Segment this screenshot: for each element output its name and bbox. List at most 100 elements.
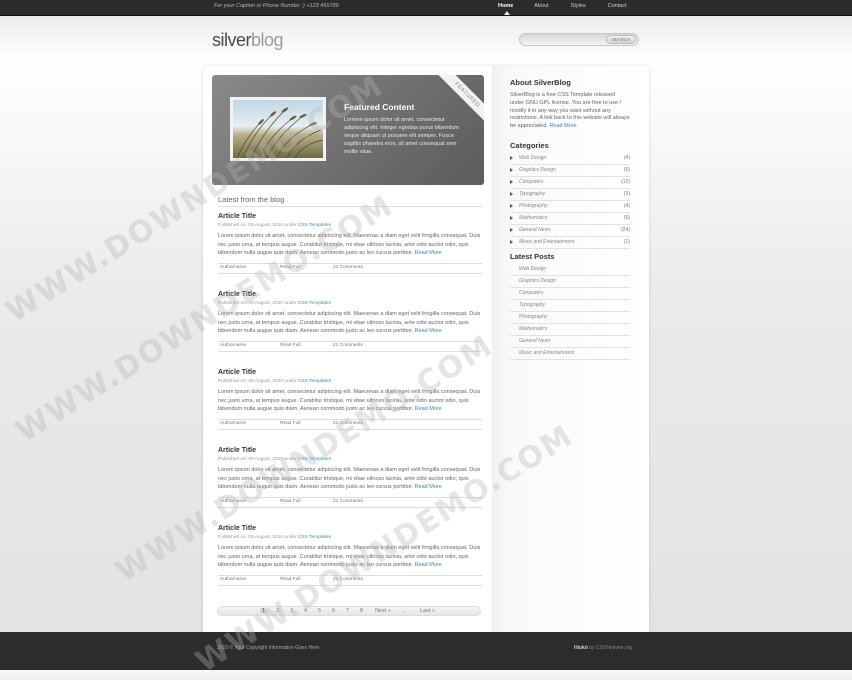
- category-item[interactable]: Typography (3): [510, 189, 630, 201]
- article-meta-text: Published on: 08 August, 2010 under: [218, 535, 297, 540]
- featured-image-frame[interactable]: [230, 97, 326, 161]
- read-more-link[interactable]: Read More: [415, 250, 442, 256]
- read-full-link[interactable]: Read Full: [280, 421, 301, 426]
- post-item[interactable]: General News: [510, 336, 630, 348]
- category-item[interactable]: Mathematics (5): [510, 213, 630, 225]
- post-link: Music and Entertainment: [519, 350, 575, 356]
- author-link[interactable]: Authorname: [220, 499, 246, 504]
- article-meta-text: Published on: 08 August, 2010 under: [218, 379, 297, 384]
- categories-list: Web Design (4) Graphics Design (6) Compute…: [510, 153, 630, 249]
- article-meta: Published on: 08 August, 2010 under CSS …: [218, 301, 482, 306]
- nav-styles[interactable]: Styles: [571, 3, 586, 9]
- article-title[interactable]: Article Title: [218, 369, 482, 376]
- page-link[interactable]: 5: [318, 608, 321, 614]
- next-page-link[interactable]: Next »: [375, 608, 391, 614]
- article-category-link[interactable]: CSS Templates: [298, 535, 331, 540]
- category-item[interactable]: Computers (12): [510, 177, 630, 189]
- read-full-link[interactable]: Read Full: [280, 499, 301, 504]
- article-category-link[interactable]: CSS Templates: [298, 379, 331, 384]
- post-item[interactable]: Graphics Design: [510, 276, 630, 288]
- about-read-more-link[interactable]: Read More: [549, 123, 576, 129]
- page-link[interactable]: 6: [332, 608, 335, 614]
- search-input[interactable]: [524, 35, 608, 46]
- article-category-link[interactable]: CSS Templates: [298, 223, 331, 228]
- post-item[interactable]: Photography: [510, 312, 630, 324]
- featured-text: Loreme ipsum dolor sit amet, consectetur…: [344, 117, 459, 155]
- comments-link[interactable]: 21 Comments: [333, 421, 363, 426]
- search-button[interactable]: SEARCH: [606, 35, 636, 44]
- category-item[interactable]: Graphics Design (6): [510, 165, 630, 177]
- nav-about[interactable]: About: [534, 3, 548, 9]
- footer-credit: Hiukó by CSSHeaven.org: [574, 645, 632, 651]
- article-title[interactable]: Article Title: [218, 447, 482, 454]
- last-page-link[interactable]: Last »: [420, 608, 435, 614]
- category-count: (3): [623, 191, 630, 197]
- read-more-link[interactable]: Read More: [415, 328, 442, 334]
- arrow-right-icon: [510, 156, 513, 160]
- category-item[interactable]: Music and Entertainment (1): [510, 237, 630, 249]
- categories-heading: Categories: [510, 141, 549, 150]
- article-title[interactable]: Article Title: [218, 213, 482, 220]
- comments-link[interactable]: 21 Comments: [333, 577, 363, 582]
- comments-link[interactable]: 21 Comments: [333, 343, 363, 348]
- post-item[interactable]: Mathematics: [510, 324, 630, 336]
- comments-link[interactable]: 21 Comments: [333, 499, 363, 504]
- category-item[interactable]: Photography (4): [510, 201, 630, 213]
- read-full-link[interactable]: Read Full: [280, 343, 301, 348]
- read-full-link[interactable]: Read Full: [280, 265, 301, 270]
- arrow-right-icon: [510, 168, 513, 172]
- page-link-current[interactable]: 1: [260, 608, 268, 614]
- article-meta: Published on: 08 August, 2010 under CSS …: [218, 535, 482, 540]
- divider: [218, 206, 482, 207]
- category-name: Typography: [519, 191, 546, 197]
- page-link[interactable]: 4: [304, 608, 307, 614]
- article-footer: Authorname Read Full 21 Comments: [218, 496, 482, 508]
- footer-credit-brand[interactable]: Hiukó: [574, 645, 588, 651]
- latest-posts-list: Web Design Graphics Design Computers Typ…: [510, 264, 630, 360]
- author-link[interactable]: Authorname: [220, 265, 246, 270]
- nav-home[interactable]: Home: [498, 3, 513, 9]
- article-body: Lorem ipsum dolor sit amet, consectetur …: [218, 466, 482, 492]
- author-link[interactable]: Authorname: [220, 577, 246, 582]
- post-item[interactable]: Music and Entertainment: [510, 348, 630, 360]
- page-link[interactable]: 8: [360, 608, 363, 614]
- featured-title: Featured Content: [344, 102, 415, 112]
- arrow-right-icon: [510, 228, 513, 232]
- pagination: 1 2 3 4 5 6 7 8 Next » ... Last »: [217, 606, 481, 616]
- post-item[interactable]: Computers: [510, 288, 630, 300]
- arrow-right-icon: [510, 204, 513, 208]
- read-more-link[interactable]: Read More: [415, 406, 442, 412]
- post-item[interactable]: Typography: [510, 300, 630, 312]
- author-link[interactable]: Authorname: [220, 343, 246, 348]
- read-full-link[interactable]: Read Full: [280, 577, 301, 582]
- nav-contact[interactable]: Contact: [608, 3, 627, 9]
- article-title[interactable]: Article Title: [218, 525, 482, 532]
- read-more-link[interactable]: Read More: [415, 562, 442, 568]
- category-item[interactable]: Web Design (4): [510, 153, 630, 165]
- category-item[interactable]: General News (24): [510, 225, 630, 237]
- read-more-link[interactable]: Read More: [415, 484, 442, 490]
- footer: [0, 632, 852, 670]
- page-link[interactable]: 7: [346, 608, 349, 614]
- logo-light-text: blog: [251, 30, 284, 50]
- post-item[interactable]: Web Design: [510, 264, 630, 276]
- article-footer: Authorname Read Full 21 Comments: [218, 340, 482, 352]
- category-count: (24): [621, 227, 630, 233]
- article-body: Lorem ipsum dolor sit amet, consectetur …: [218, 232, 482, 258]
- comments-link[interactable]: 21 Comments: [333, 265, 363, 270]
- site-logo[interactable]: silverblog: [212, 30, 284, 51]
- active-nav-marker-icon: [504, 11, 510, 15]
- page-link[interactable]: 2: [276, 608, 279, 614]
- article-category-link[interactable]: CSS Templates: [298, 301, 331, 306]
- category-count: (4): [623, 155, 630, 161]
- page-link[interactable]: 3: [290, 608, 293, 614]
- article-item: Article Title Published on: 08 August, 2…: [218, 291, 482, 352]
- latest-blog-heading: Latest from the blog: [218, 195, 285, 204]
- category-count: (1): [623, 239, 630, 245]
- footer-credit-text[interactable]: by CSSHeaven.org: [589, 645, 632, 651]
- author-link[interactable]: Authorname: [220, 421, 246, 426]
- article-item: Article Title Published on: 08 August, 2…: [218, 369, 482, 430]
- article-title[interactable]: Article Title: [218, 291, 482, 298]
- article-category-link[interactable]: CSS Templates: [298, 457, 331, 462]
- category-name: Mathematics: [519, 215, 548, 221]
